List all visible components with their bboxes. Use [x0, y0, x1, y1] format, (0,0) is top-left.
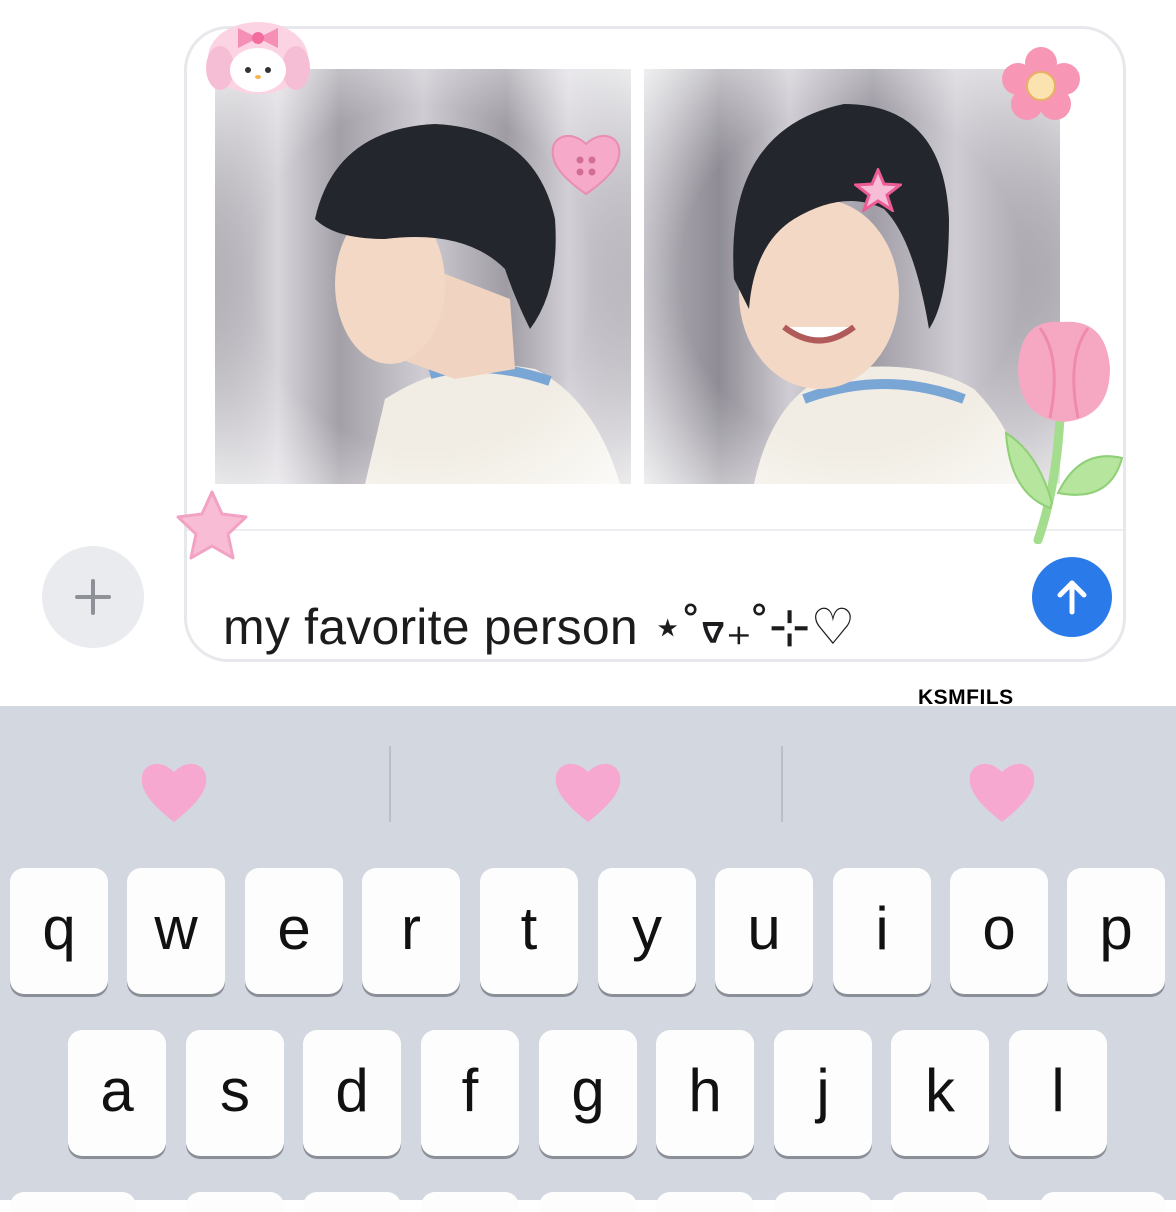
- key-i[interactable]: i: [833, 868, 931, 994]
- key-label: d: [335, 1056, 369, 1124]
- key-label: i: [875, 894, 889, 962]
- key-h[interactable]: h: [656, 1030, 754, 1156]
- arrow-up-icon: [1057, 580, 1087, 615]
- key-label: k: [925, 1056, 955, 1124]
- key-label: e: [277, 894, 311, 962]
- key-t[interactable]: t: [480, 868, 578, 994]
- key-s[interactable]: s: [186, 1030, 284, 1156]
- pink-flower-icon: [1002, 46, 1080, 122]
- key-label: u: [747, 894, 781, 962]
- key-w[interactable]: w: [127, 868, 225, 994]
- suggestion-heart-emoji-1[interactable]: [138, 756, 210, 828]
- message-input-field[interactable]: my favorite person ⋆˚ᢦ₊˚⊹♡: [184, 26, 1126, 662]
- key-row3-stub[interactable]: [774, 1192, 872, 1212]
- key-k[interactable]: k: [891, 1030, 989, 1156]
- key-r[interactable]: r: [362, 868, 460, 994]
- key-label: f: [461, 1056, 479, 1124]
- melody-plush-icon: [202, 6, 314, 98]
- attachment-divider: [187, 529, 1123, 531]
- key-p[interactable]: p: [1067, 868, 1165, 994]
- key-row3-stub[interactable]: [539, 1192, 637, 1212]
- key-y[interactable]: y: [598, 868, 696, 994]
- suggestion-heart-emoji-3[interactable]: [966, 756, 1038, 828]
- key-row3-stub[interactable]: [1040, 1192, 1166, 1212]
- key-row3-stub[interactable]: [421, 1192, 519, 1212]
- suggestion-divider: [389, 746, 391, 822]
- key-a[interactable]: a: [68, 1030, 166, 1156]
- pink-tulip-icon: [1000, 318, 1124, 545]
- key-l[interactable]: l: [1009, 1030, 1107, 1156]
- add-attachment-button[interactable]: [42, 546, 144, 648]
- attached-photo-2[interactable]: [644, 69, 1060, 484]
- pink-star-icon: [176, 490, 248, 560]
- key-row3-stub[interactable]: [891, 1192, 989, 1212]
- key-label: s: [220, 1056, 250, 1124]
- key-label: j: [816, 1056, 830, 1124]
- heart-button-icon: [549, 130, 623, 198]
- key-q[interactable]: q: [10, 868, 108, 994]
- compose-area: my favorite person ⋆˚ᢦ₊˚⊹♡ KSMFILS: [0, 0, 1176, 709]
- key-label: a: [100, 1056, 134, 1124]
- key-label: l: [1051, 1056, 1065, 1124]
- keyboard: q w e r t y u i o p a s d f g h j k l: [0, 706, 1176, 1212]
- key-label: o: [982, 894, 1016, 962]
- key-row3-stub[interactable]: [186, 1192, 284, 1212]
- key-label: q: [42, 894, 76, 962]
- key-j[interactable]: j: [774, 1030, 872, 1156]
- key-label: t: [520, 894, 538, 962]
- suggestion-divider: [781, 746, 783, 822]
- key-f[interactable]: f: [421, 1030, 519, 1156]
- key-row3-stub[interactable]: [10, 1192, 136, 1212]
- key-g[interactable]: g: [539, 1030, 637, 1156]
- send-button[interactable]: [1032, 557, 1112, 637]
- heart-emoji-icon: [555, 763, 621, 822]
- key-label: h: [688, 1056, 722, 1124]
- key-label: g: [571, 1056, 605, 1124]
- heart-emoji-icon: [141, 763, 207, 822]
- suggestion-heart-emoji-2[interactable]: [552, 756, 624, 828]
- key-label: w: [154, 894, 198, 962]
- key-label: p: [1099, 894, 1133, 962]
- key-label: r: [401, 894, 421, 962]
- key-u[interactable]: u: [715, 868, 813, 994]
- key-d[interactable]: d: [303, 1030, 401, 1156]
- key-label: y: [632, 894, 662, 962]
- key-row3-stub[interactable]: [656, 1192, 754, 1212]
- suggestion-bar: [0, 706, 1176, 858]
- message-text: my favorite person ⋆˚ᢦ₊˚⊹♡: [223, 599, 856, 655]
- hair-clip-star-icon: [851, 166, 905, 214]
- plus-icon: [75, 579, 111, 615]
- key-o[interactable]: o: [950, 868, 1048, 994]
- heart-emoji-icon: [969, 763, 1035, 822]
- key-e[interactable]: e: [245, 868, 343, 994]
- key-row3-stub[interactable]: [303, 1192, 401, 1212]
